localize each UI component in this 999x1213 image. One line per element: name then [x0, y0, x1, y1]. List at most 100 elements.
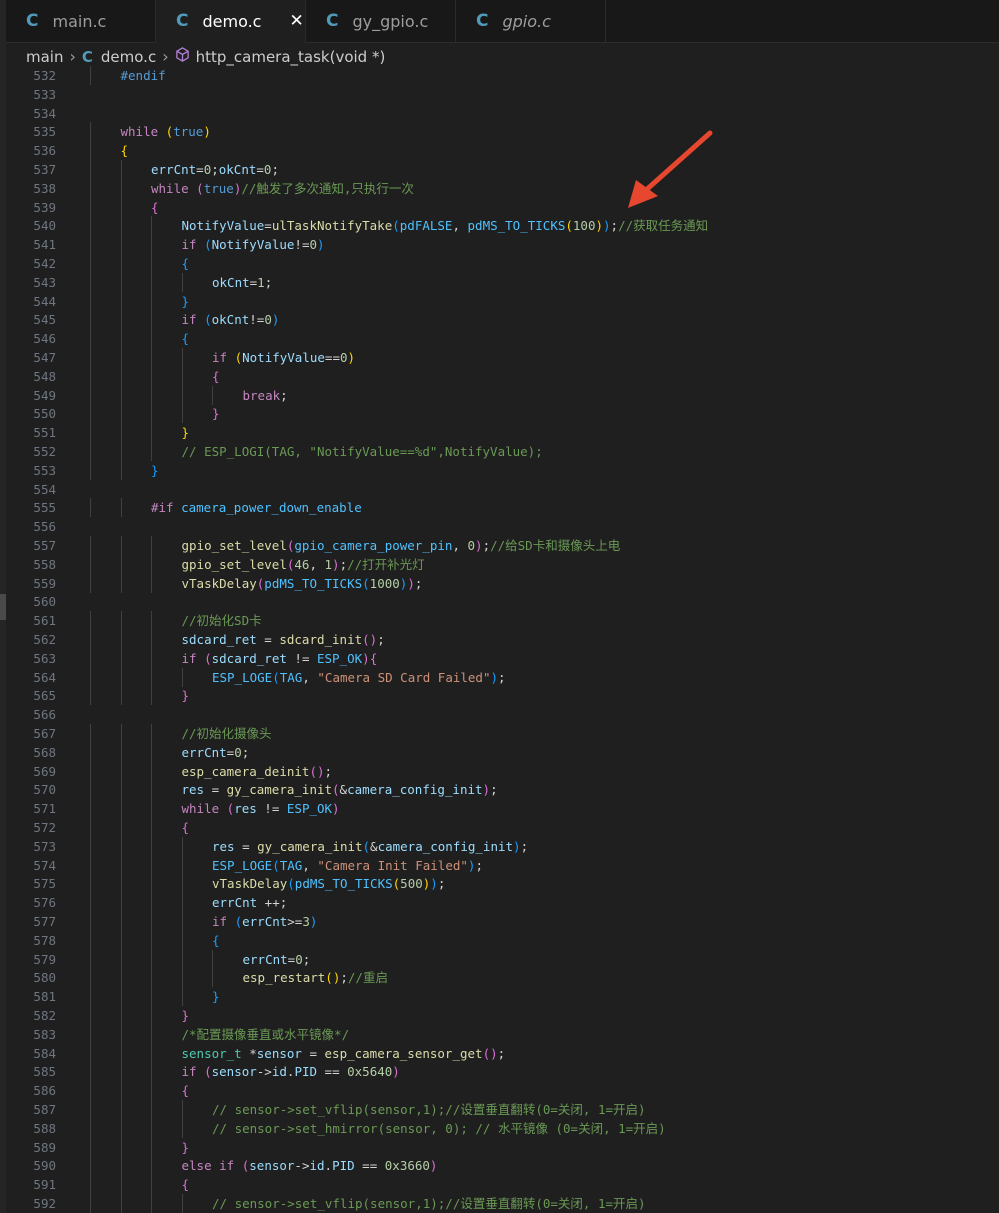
code-line[interactable]: 543 okCnt=1; [6, 272, 996, 292]
breadcrumb-folder[interactable]: main [26, 48, 63, 66]
code-line[interactable]: 544} [6, 291, 996, 311]
code-line[interactable]: 585 if (sensor->id.PID == 0x5640) [6, 1062, 996, 1082]
code-line[interactable]: 571 while (res != ESP_OK) [6, 799, 996, 819]
indent-guide [120, 893, 122, 913]
code-line[interactable]: 589} [6, 1137, 996, 1157]
code-line[interactable]: 574 ESP_LOGE(TAG, "Camera Init Failed"); [6, 855, 996, 875]
code-line[interactable]: 568 errCnt=0; [6, 742, 996, 762]
code-line[interactable]: 549 break; [6, 385, 996, 405]
tab-main-c[interactable]: C main.c [6, 0, 156, 42]
code-line[interactable]: 587 // sensor->set_vflip(sensor,1);//设置垂直… [6, 1100, 996, 1119]
code-line[interactable]: 546 { [6, 329, 996, 349]
indent-guide [151, 912, 152, 931]
breadcrumb-file[interactable]: demo.c [101, 48, 156, 66]
code-token: pdFALSE [399, 218, 453, 234]
code-token: ( [204, 1064, 212, 1080]
code-token: ++; [257, 895, 288, 911]
code-line[interactable]: 548 { [6, 366, 996, 386]
line-number: 556 [33, 519, 56, 535]
code-token: if [181, 312, 197, 328]
indent-guide [151, 235, 152, 255]
code-token: errCnt [242, 914, 288, 929]
code-line[interactable]: 547 if (NotifyValue==0) [6, 348, 996, 367]
code-line[interactable]: 570 res = gy_camera_init(&camera_config_i… [6, 780, 996, 800]
code-line[interactable]: 579 errCnt=0; [6, 949, 996, 969]
code-line[interactable]: 572 { [6, 818, 996, 837]
code-line[interactable]: 562 sdcard_ret = sdcard_init(); [6, 630, 996, 649]
code-line[interactable]: 541 if (NotifyValue!=0) [6, 235, 996, 255]
code-line[interactable]: 534 [6, 104, 996, 123]
code-line[interactable]: 577 if (errCnt>=3) [6, 912, 996, 931]
code-line[interactable]: 569 esp_camera_deinit(); [6, 761, 996, 781]
code-line[interactable]: 584 sensor_t *sensor = esp_camera_sensor_… [6, 1043, 996, 1063]
tab-gpio-c[interactable]: C gpio.c [456, 0, 606, 42]
code-line[interactable]: 545 if (okCnt!=0) [6, 310, 996, 330]
code-line[interactable]: 558 gpio_set_level(46, 1);//打开补光灯 [6, 554, 996, 574]
code-line[interactable]: 561 //初始化SD卡 [6, 611, 996, 631]
code-line[interactable]: 582} [6, 1006, 996, 1025]
indent-guide [90, 836, 91, 856]
code-line[interactable]: 578 { [6, 930, 996, 950]
code-token: sdcard_ret [181, 632, 257, 647]
code-line[interactable]: 536 { [6, 141, 996, 161]
code-line[interactable]: 533 [6, 85, 996, 104]
indent-guide [120, 404, 122, 424]
code-line[interactable]: 542 { [6, 254, 996, 273]
code-line[interactable]: 540 NotifyValue=ulTaskNotifyTake(pdFALSE,… [6, 216, 996, 236]
indent-guide [120, 573, 122, 593]
breadcrumb-symbol[interactable]: http_camera_task(void *) [196, 48, 386, 66]
code-token: , [452, 218, 468, 234]
code-line[interactable]: 551} [6, 423, 996, 443]
code-line[interactable]: 583 /*配置摄像垂直或水平镜像*/ [6, 1024, 996, 1044]
code-text: errCnt=0;okCnt=0; [151, 160, 279, 179]
code-text: okCnt=1; [212, 273, 272, 292]
code-line[interactable]: 565} [6, 686, 996, 706]
code-line[interactable]: 566 [6, 705, 996, 724]
code-line[interactable]: 581} [6, 987, 996, 1007]
code-line[interactable]: 580 esp_restart();//重启 [6, 968, 996, 988]
code-token: NotifyValue [242, 350, 325, 365]
code-text: } [182, 292, 190, 311]
code-line[interactable]: 586 { [6, 1081, 996, 1101]
code-line[interactable]: 575 vTaskDelay(pdMS_TO_TICKS(500)); [6, 874, 996, 894]
code-line[interactable]: 557 gpio_set_level(gpio_camera_power_pin,… [6, 536, 996, 555]
code-editor[interactable]: 532 #endif 533 534 535 while (true) 536{537 err… [6, 66, 999, 1213]
code-line[interactable]: 573 res = gy_camera_init(&camera_config_i… [6, 836, 996, 856]
indent-guide [120, 385, 122, 405]
code-line[interactable]: 537 errCnt=0;okCnt=0; [6, 160, 996, 179]
code-line[interactable]: 538 while (true)//触发了多次通知,只执行一次 [6, 178, 996, 198]
code-line[interactable]: 559 vTaskDelay(pdMS_TO_TICKS(1000)); [6, 573, 996, 593]
code-token: 500 [400, 876, 423, 892]
code-token: ( [287, 876, 295, 892]
code-line[interactable]: 552 // ESP_LOGI(TAG, "NotifyValue==%d",No… [6, 442, 996, 461]
code-line[interactable]: 564 ESP_LOGE(TAG, "Camera SD Card Failed"… [6, 667, 996, 687]
code-token: 0 [234, 744, 242, 760]
code-token: 0x5640 [347, 1064, 393, 1080]
code-text: break; [243, 386, 288, 405]
code-line[interactable]: 553} [6, 460, 996, 480]
code-line[interactable]: 539 { [6, 197, 996, 217]
code-line[interactable]: 560 [6, 592, 996, 611]
indent-guide [90, 667, 91, 687]
code-line[interactable]: 555 #if camera_power_down_enable [6, 498, 996, 518]
code-line[interactable]: 535 while (true) [6, 122, 996, 142]
code-text: gpio_set_level(46, 1);//打开补光灯 [182, 555, 425, 574]
code-line[interactable]: 532 #endif [6, 66, 996, 85]
code-line[interactable]: 554 [6, 480, 996, 499]
code-line[interactable]: 590 else if (sensor->id.PID == 0x3660) [6, 1156, 996, 1176]
indent-guide [181, 987, 183, 1007]
indent-guide [151, 630, 152, 649]
code-line[interactable]: 556 [6, 517, 996, 536]
tab-gy-gpio-c[interactable]: C gy_gpio.c [306, 0, 456, 42]
code-text: { [212, 931, 220, 950]
code-line[interactable]: 591 { [6, 1175, 996, 1195]
code-line[interactable]: 576 errCnt ++; [6, 893, 996, 913]
code-line[interactable]: 550} [6, 404, 996, 424]
code-line[interactable]: 563 if (sdcard_ret != ESP_OK){ [6, 648, 996, 668]
code-line[interactable]: 592 // sensor->set_vflip(sensor,1);//设置垂直… [6, 1194, 996, 1213]
code-line[interactable]: 588 // sensor->set_hmirror(sensor, 0); //… [6, 1118, 996, 1138]
close-icon[interactable]: ✕ [289, 11, 303, 31]
code-line[interactable]: 567 //初始化摄像头 [6, 724, 996, 743]
tab-demo-c[interactable]: C demo.c ✕ [156, 0, 306, 43]
indent-guide [90, 442, 91, 461]
